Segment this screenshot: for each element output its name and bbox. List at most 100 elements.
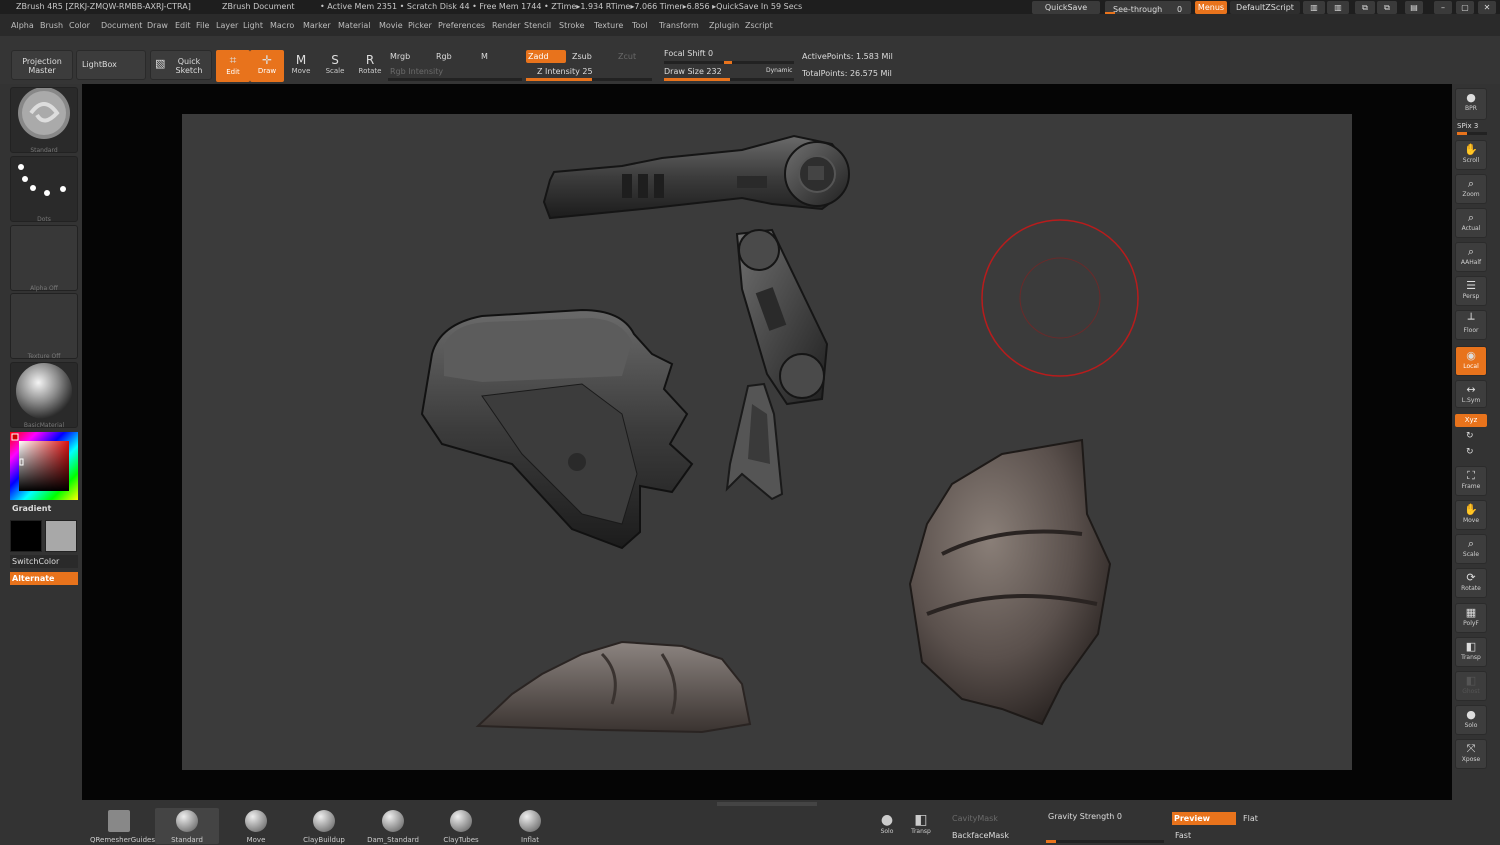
flat-button[interactable]: Flat (1243, 814, 1258, 823)
transp-button[interactable]: ◧ Transp (1455, 637, 1487, 667)
stroke-thumbnail[interactable]: Dots (10, 156, 78, 223)
scale-button[interactable]: ⌕ Scale (1455, 534, 1487, 564)
move-mode-button[interactable]: M Move (284, 50, 318, 82)
aahalf-button[interactable]: ⌕ AAHalf (1455, 242, 1487, 272)
menu-zscript[interactable]: Zscript (745, 21, 773, 30)
draw-size-slider[interactable]: Draw Size 232 (664, 67, 722, 76)
draw-mode-button[interactable]: ✛ Draw (250, 50, 284, 82)
alternate-button[interactable]: Alternate (10, 572, 78, 585)
brush-qremesherguides[interactable]: QRemesherGuides (90, 808, 155, 844)
bpr-button[interactable]: ● BPR (1455, 88, 1487, 120)
floor-button[interactable]: ┴ Floor (1455, 310, 1487, 340)
brush-thumbnail[interactable]: Standard (10, 87, 78, 154)
rgb-intensity-slider[interactable]: Rgb Intensity (390, 67, 443, 76)
menu-texture[interactable]: Texture (594, 21, 623, 30)
frame-button[interactable]: ⛶ Frame (1455, 466, 1487, 496)
backfacemask-toggle[interactable]: BackfaceMask (952, 831, 1009, 840)
helmet-mesh[interactable] (420, 308, 694, 550)
menu-stencil[interactable]: Stencil (524, 21, 551, 30)
focal-shift-track[interactable] (664, 61, 794, 64)
shield-mesh[interactable] (908, 438, 1112, 726)
zsub-button[interactable]: Zsub (572, 52, 592, 61)
material-thumbnail[interactable]: BasicMaterial (10, 362, 78, 429)
gradient-toggle[interactable]: Gradient (12, 504, 51, 513)
spix-slider[interactable]: SPix 3 (1457, 122, 1478, 130)
bracket-mesh[interactable] (725, 382, 784, 501)
xyz-toggle[interactable]: Xyz (1455, 414, 1487, 427)
document-canvas[interactable] (182, 114, 1352, 770)
menus-toggle[interactable]: Menus (1195, 1, 1227, 14)
layout-icon-3[interactable]: ⧉ (1355, 1, 1375, 14)
menu-edit[interactable]: Edit (175, 21, 191, 30)
barrel-mesh[interactable] (542, 134, 850, 220)
preview-button[interactable]: Preview (1172, 812, 1236, 825)
gravity-strength-slider[interactable]: Gravity Strength 0 (1048, 812, 1122, 821)
cavitymask-toggle[interactable]: CavityMask (952, 814, 998, 823)
rgb-intensity-track[interactable] (388, 78, 522, 81)
brush-move[interactable]: Move (228, 808, 284, 844)
menu-light[interactable]: Light (243, 21, 263, 30)
maximize-icon[interactable]: ▢ (1456, 1, 1474, 14)
menu-picker[interactable]: Picker (408, 21, 432, 30)
rotate-mode-button[interactable]: R Rotate (353, 50, 387, 82)
actual-button[interactable]: ⌕ Actual (1455, 208, 1487, 238)
persp-button[interactable]: ☰ Persp (1455, 276, 1487, 306)
menu-marker[interactable]: Marker (303, 21, 331, 30)
menu-tool[interactable]: Tool (632, 21, 648, 30)
menu-brush[interactable]: Brush (40, 21, 63, 30)
menu-document[interactable]: Document (101, 21, 142, 30)
brush-claybuildup[interactable]: ClayBuildup (296, 808, 352, 844)
draw-size-track[interactable] (664, 78, 794, 81)
menu-draw[interactable]: Draw (147, 21, 168, 30)
solo-button[interactable]: ● Solo (1455, 705, 1487, 735)
lightbox-button[interactable]: LightBox (76, 50, 146, 80)
menu-color[interactable]: Color (69, 21, 90, 30)
main-color-swatch[interactable] (10, 520, 42, 552)
switchcolor-button[interactable]: SwitchColor (10, 555, 78, 568)
menu-layer[interactable]: Layer (216, 21, 238, 30)
menu-preferences[interactable]: Preferences (438, 21, 485, 30)
menu-render[interactable]: Render (492, 21, 520, 30)
menu-file[interactable]: File (196, 21, 209, 30)
quick-sketch-button[interactable]: ▧ Quick Sketch (150, 50, 212, 80)
dynamic-toggle[interactable]: Dynamic (766, 67, 792, 74)
brush-inflat[interactable]: Inflat (502, 808, 558, 844)
ghost-button[interactable]: ◧ Ghost (1455, 671, 1487, 701)
layout-icon-4[interactable]: ⧉ (1377, 1, 1397, 14)
menu-transform[interactable]: Transform (659, 21, 699, 30)
solo-bottom-button[interactable]: ● Solo (872, 808, 902, 844)
arm-mesh[interactable] (735, 228, 829, 406)
m-button[interactable]: M (481, 52, 488, 61)
layout-icon-1[interactable]: ▥ (1303, 1, 1325, 14)
layout-icon-2[interactable]: ▥ (1327, 1, 1349, 14)
shelf-resize-handle[interactable] (717, 802, 817, 806)
sculpt-viewport[interactable] (182, 114, 1352, 770)
fast-button[interactable]: Fast (1175, 831, 1191, 840)
default-script-button[interactable]: DefaultZScript (1230, 1, 1300, 14)
z-intensity-track[interactable] (526, 78, 652, 81)
gravity-strength-track[interactable] (1046, 840, 1164, 843)
menu-macro[interactable]: Macro (270, 21, 294, 30)
spix-track[interactable] (1457, 132, 1487, 135)
transp-bottom-button[interactable]: ◧ Transp (906, 808, 936, 844)
edit-mode-button[interactable]: ⌗ Edit (216, 50, 250, 82)
focal-shift-slider[interactable]: Focal Shift 0 (664, 49, 713, 58)
lock-icon[interactable]: ▤ (1405, 1, 1423, 14)
minimize-icon[interactable]: – (1434, 1, 1452, 14)
local-button[interactable]: ◉ Local (1455, 346, 1487, 376)
zadd-button[interactable]: Zadd (526, 50, 566, 63)
zcut-button[interactable]: Zcut (618, 52, 636, 61)
menu-movie[interactable]: Movie (379, 21, 403, 30)
menu-alpha[interactable]: Alpha (11, 21, 34, 30)
brush-dam-standard[interactable]: Dam_Standard (363, 808, 423, 844)
scroll-button[interactable]: ✋ Scroll (1455, 140, 1487, 170)
close-icon[interactable]: ✕ (1478, 1, 1496, 14)
lsym-button[interactable]: ↔ L.Sym (1455, 380, 1487, 408)
rgb-button[interactable]: Rgb (436, 52, 452, 61)
menu-stroke[interactable]: Stroke (559, 21, 585, 30)
menu-material[interactable]: Material (338, 21, 371, 30)
alpha-thumbnail[interactable]: Alpha Off (10, 225, 78, 292)
brush-claytubes[interactable]: ClayTubes (433, 808, 489, 844)
z-intensity-slider[interactable]: Z Intensity 25 (537, 67, 593, 76)
rotate-button[interactable]: ⟳ Rotate (1455, 568, 1487, 598)
